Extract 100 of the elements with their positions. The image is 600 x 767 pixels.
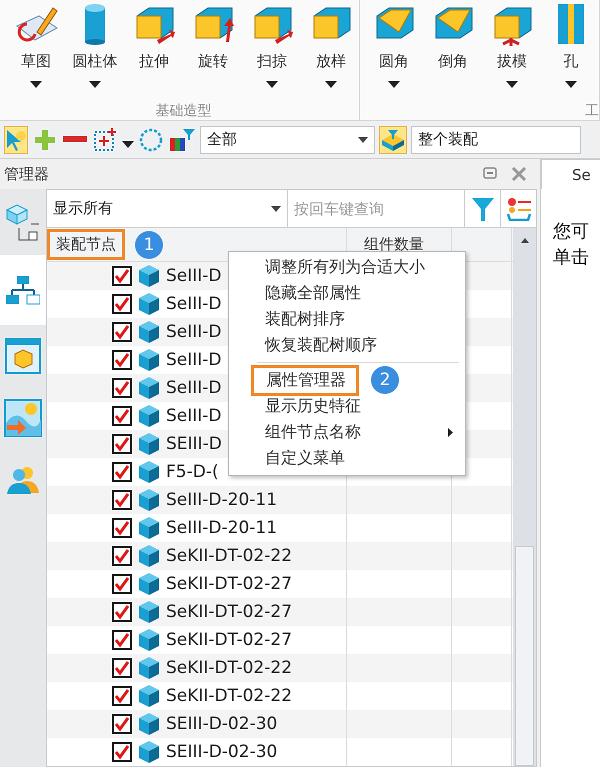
menu-item[interactable]: 自定义菜单: [265, 448, 345, 468]
dropdown-caret-icon[interactable]: [271, 206, 281, 212]
visibility-checkbox[interactable]: [112, 546, 132, 566]
node-name[interactable]: SeKII-DT-02-22: [166, 658, 292, 678]
dropdown-caret-icon[interactable]: [266, 81, 278, 88]
dropdown-caret-icon[interactable]: [325, 81, 337, 88]
ribbon-tool-button[interactable]: 圆柱体: [67, 0, 123, 102]
submenu-arrow-icon: [448, 428, 453, 436]
part-cube-icon: [138, 684, 160, 708]
visibility-checkbox[interactable]: [112, 658, 132, 678]
node-name[interactable]: SeKII-DT-02-27: [166, 574, 292, 594]
node-name[interactable]: F5-D-(: [166, 462, 219, 482]
visibility-checkbox[interactable]: [112, 322, 132, 342]
visibility-checkbox[interactable]: [112, 378, 132, 398]
menu-item[interactable]: 组件节点名称: [265, 422, 361, 442]
visibility-checkbox[interactable]: [112, 742, 132, 762]
visibility-checkbox[interactable]: [112, 350, 132, 370]
ribbon-tool-button[interactable]: 圆角: [366, 0, 422, 102]
visibility-checkbox[interactable]: [112, 574, 132, 594]
node-name[interactable]: SeIII-D: [166, 266, 222, 286]
ribbon-tool-button[interactable]: 拉伸: [126, 0, 182, 102]
box-select-icon[interactable]: [92, 126, 118, 154]
scope-field[interactable]: 整个装配: [411, 126, 581, 154]
node-name[interactable]: SeIII-D: [166, 294, 222, 314]
node-name[interactable]: SEIII-D: [166, 434, 222, 454]
dropdown-caret-icon[interactable]: [89, 81, 101, 88]
visibility-checkbox[interactable]: [112, 518, 132, 538]
visibility-checkbox[interactable]: [112, 714, 132, 734]
hint-text: 单击: [553, 246, 589, 270]
part-cube-icon: [138, 320, 160, 344]
part-cube-icon: [138, 460, 160, 484]
node-name[interactable]: SeIII-D-20-11: [166, 518, 278, 538]
part-cube-icon: [138, 376, 160, 400]
ribbon-group-label: 基础造型: [156, 102, 212, 120]
scrollbar[interactable]: [513, 228, 536, 766]
ribbon-tool-button[interactable]: 旋转: [185, 0, 241, 102]
ribbon-tool-button[interactable]: 倒角: [425, 0, 481, 102]
menu-item[interactable]: 属性管理器: [251, 364, 359, 396]
ribbon-tool-button[interactable]: 草图: [8, 0, 64, 102]
node-name[interactable]: SeIII-D: [166, 378, 222, 398]
node-name[interactable]: SeIII-D-20-11: [166, 490, 278, 510]
dropdown-caret-icon[interactable]: [565, 81, 577, 88]
node-name[interactable]: SeKII-DT-02-27: [166, 602, 292, 622]
visibility-checkbox[interactable]: [112, 434, 132, 454]
panel-title: 管理器: [4, 164, 49, 184]
visibility-checkbox[interactable]: [112, 490, 132, 510]
node-name[interactable]: SEIII-D-02-30: [166, 742, 278, 762]
side-tab[interactable]: [0, 255, 46, 325]
node-name[interactable]: SeKII-DT-02-22: [166, 546, 292, 566]
ribbon-tool-button[interactable]: 孔: [543, 0, 599, 102]
dropdown-caret-icon[interactable]: [122, 141, 134, 148]
node-name[interactable]: SeKII-DT-02-27: [166, 630, 292, 650]
visibility-checkbox[interactable]: [112, 294, 132, 314]
part-cube-icon: [138, 572, 160, 596]
assembly-icon[interactable]: [379, 126, 407, 154]
dropdown-caret-icon[interactable]: [358, 136, 368, 143]
ribbon-tool-button[interactable]: 拔模: [484, 0, 540, 102]
node-name[interactable]: SeIII-D: [166, 406, 222, 426]
part-cube-icon: [138, 740, 160, 764]
column-header[interactable]: 装配节点: [47, 229, 125, 260]
part-cube-icon: [138, 516, 160, 540]
visibility-checkbox[interactable]: [112, 406, 132, 426]
node-name[interactable]: SeIII-D: [166, 350, 222, 370]
filter-dropdown[interactable]: 全部: [200, 126, 375, 154]
part-cube-icon: [138, 628, 160, 652]
part-cube-icon: [138, 656, 160, 680]
node-name[interactable]: SEIII-D-02-30: [166, 714, 278, 734]
part-cube-icon: [138, 264, 160, 288]
users-icon: [6, 465, 40, 495]
visibility-checkbox[interactable]: [112, 602, 132, 622]
node-name[interactable]: SeIII-D: [166, 322, 222, 342]
ribbon-tool-button[interactable]: 放样: [303, 0, 359, 102]
document-tab[interactable]: Se: [541, 159, 600, 189]
dropdown-caret-icon[interactable]: [388, 81, 400, 88]
ribbon-group-label: 工: [585, 102, 599, 120]
menu-item[interactable]: 隐藏全部属性: [265, 282, 361, 304]
menu-item[interactable]: 恢复装配树顺序: [265, 334, 377, 356]
visibility-checkbox[interactable]: [112, 630, 132, 650]
menu-item[interactable]: 调整所有列为合适大小: [265, 256, 425, 278]
dropdown-caret-icon[interactable]: [506, 81, 518, 88]
part-cube-icon: [138, 488, 160, 512]
visibility-checkbox[interactable]: [112, 686, 132, 706]
part-cube-icon: [138, 712, 160, 736]
part-cube-icon: [138, 544, 160, 568]
part-cube-icon: [138, 432, 160, 456]
visibility-checkbox[interactable]: [112, 462, 132, 482]
menu-item[interactable]: 显示历史特征: [265, 396, 361, 416]
step-badge: 2: [371, 366, 399, 394]
scroll-up-icon[interactable]: [520, 238, 528, 243]
node-name[interactable]: SeKII-DT-02-22: [166, 686, 292, 706]
part-cube-icon: [138, 600, 160, 624]
window-box-icon: [5, 338, 41, 374]
menu-item[interactable]: 装配树排序: [265, 308, 345, 330]
dropdown-caret-icon[interactable]: [30, 81, 42, 88]
hint-text: 您可: [553, 220, 589, 244]
ribbon-tool-button[interactable]: 扫掠: [244, 0, 300, 102]
step-badge: 1: [135, 230, 163, 258]
visibility-checkbox[interactable]: [112, 266, 132, 286]
part-cube-icon: [138, 292, 160, 316]
restore-icon[interactable]: [483, 167, 497, 179]
